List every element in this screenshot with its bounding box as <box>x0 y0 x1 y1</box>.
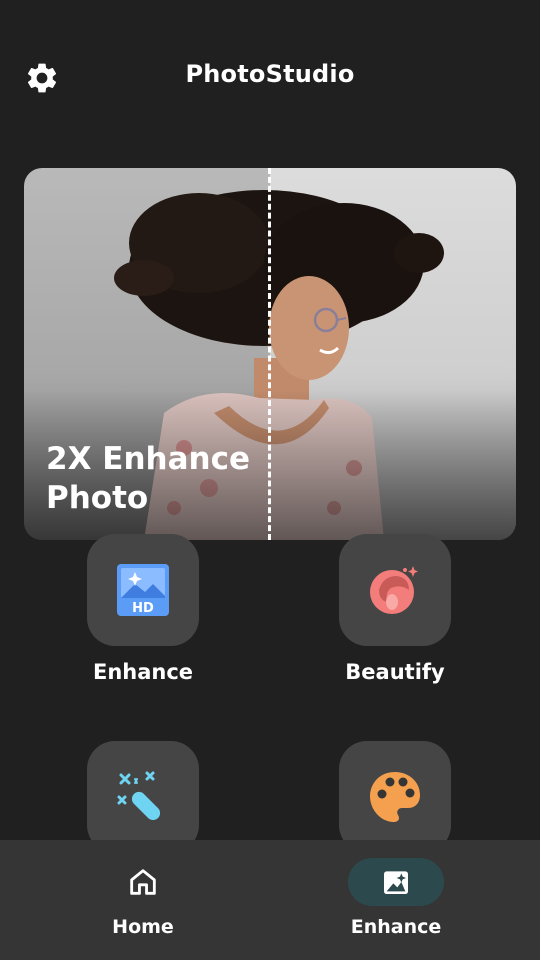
app-title: PhotoStudio <box>185 60 355 88</box>
tool-tile <box>87 741 199 853</box>
nav-item-home[interactable]: Home <box>45 840 245 960</box>
svg-text:HD: HD <box>132 601 154 616</box>
nav-item-enhance[interactable]: Enhance <box>298 840 498 960</box>
tool-enhance[interactable]: HD Enhance <box>43 534 243 684</box>
tool-tile <box>339 534 451 646</box>
nav-label: Home <box>112 916 174 938</box>
home-icon <box>130 869 156 895</box>
banner-title: 2X Enhance Photo <box>46 441 250 516</box>
enhance-image-icon <box>384 871 408 894</box>
nav-icon-container <box>95 858 191 906</box>
tool-beautify[interactable]: Beautify <box>295 534 495 684</box>
tool-label: Enhance <box>92 660 194 684</box>
tool-tile: HD <box>87 534 199 646</box>
tool-tile <box>339 741 451 853</box>
face-sparkle-icon <box>370 566 418 614</box>
tool-label: Beautify <box>345 660 445 684</box>
hd-image-icon: HD <box>117 564 169 616</box>
magic-wand-icon <box>117 771 161 821</box>
nav-icon-container-active <box>348 858 444 906</box>
palette-icon <box>370 772 420 822</box>
enhance-photo-banner[interactable]: 2X Enhance Photo <box>24 168 516 540</box>
nav-label: Enhance <box>350 916 442 938</box>
bottom-nav: Home Enhance <box>0 840 540 960</box>
app-header: PhotoStudio <box>0 0 540 150</box>
